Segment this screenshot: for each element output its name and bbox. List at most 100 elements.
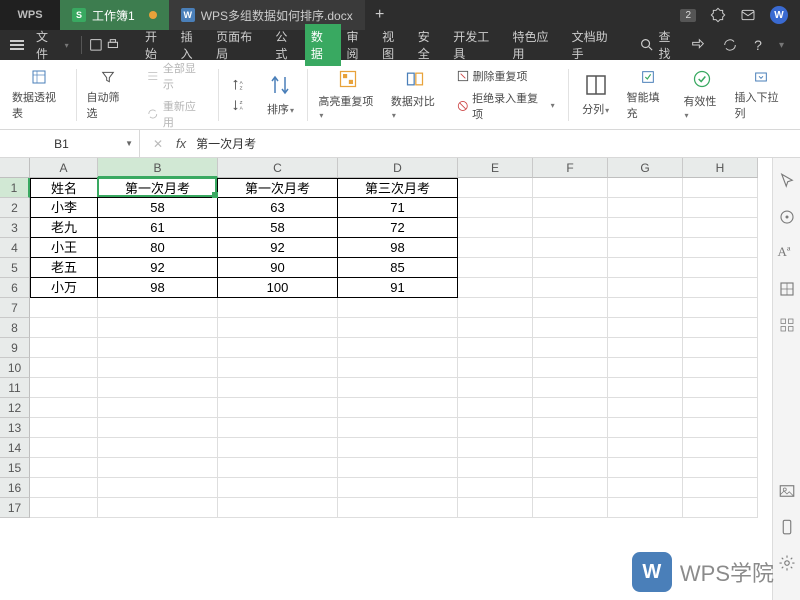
cell[interactable] [218, 318, 338, 338]
cell[interactable]: 91 [338, 278, 458, 298]
cell[interactable] [533, 178, 608, 198]
cell[interactable] [338, 378, 458, 398]
cell[interactable] [98, 318, 218, 338]
insert-dropdown-button[interactable]: 插入下拉列 [728, 65, 794, 125]
cell[interactable] [608, 258, 683, 278]
cell[interactable] [98, 438, 218, 458]
print-icon[interactable] [105, 37, 121, 53]
cell[interactable] [608, 378, 683, 398]
hamburger-menu-icon[interactable] [6, 36, 28, 54]
cell[interactable]: 80 [98, 238, 218, 258]
cell[interactable] [533, 498, 608, 518]
reapply-button[interactable]: 重新应用 [141, 96, 210, 132]
cell[interactable] [533, 318, 608, 338]
cell[interactable] [98, 458, 218, 478]
highlight-duplicates-button[interactable]: 高亮重复项▾ [312, 65, 382, 125]
smart-fill-button[interactable]: 智能填充 [621, 65, 676, 125]
cell[interactable] [683, 278, 758, 298]
cell[interactable] [30, 498, 98, 518]
cell[interactable] [683, 418, 758, 438]
row-header[interactable]: 12 [0, 398, 30, 418]
cell[interactable]: 98 [338, 238, 458, 258]
chevron-down-icon[interactable]: ▾ [779, 40, 784, 51]
settings-icon[interactable] [778, 554, 796, 572]
fx-icon[interactable]: fx [176, 136, 186, 151]
cell[interactable] [533, 218, 608, 238]
cell[interactable] [30, 358, 98, 378]
cell[interactable]: 58 [218, 218, 338, 238]
cell[interactable] [683, 478, 758, 498]
cell[interactable] [683, 218, 758, 238]
column-header[interactable]: F [533, 158, 608, 178]
cell[interactable] [683, 338, 758, 358]
cell[interactable] [608, 458, 683, 478]
cells-area[interactable]: 姓名第一次月考第一次月考第三次月考小李586371老九615872小王80929… [30, 178, 772, 600]
reject-duplicates-button[interactable]: 拒绝录入重复项▾ [451, 88, 560, 124]
cell[interactable] [218, 458, 338, 478]
cell[interactable] [98, 378, 218, 398]
cell[interactable] [533, 438, 608, 458]
cell[interactable] [458, 438, 533, 458]
menu-item-文档助手[interactable]: 文档助手 [566, 24, 625, 66]
format-icon[interactable]: Aª [778, 244, 796, 262]
cell[interactable] [338, 358, 458, 378]
cell[interactable] [30, 478, 98, 498]
cell[interactable] [533, 358, 608, 378]
select-all-corner[interactable] [0, 158, 30, 178]
cell[interactable] [608, 498, 683, 518]
sort-asc-button[interactable]: AZ [227, 76, 251, 94]
row-header[interactable]: 2 [0, 198, 30, 218]
cell[interactable] [218, 338, 338, 358]
skin-icon[interactable] [710, 7, 726, 23]
cell[interactable] [218, 438, 338, 458]
cell[interactable] [458, 378, 533, 398]
row-header[interactable]: 13 [0, 418, 30, 438]
cell[interactable] [608, 418, 683, 438]
table-icon[interactable] [778, 280, 796, 298]
cell[interactable]: 92 [98, 258, 218, 278]
cell[interactable] [338, 298, 458, 318]
cell[interactable] [218, 478, 338, 498]
cell[interactable] [533, 478, 608, 498]
column-header[interactable]: G [608, 158, 683, 178]
cell[interactable]: 58 [98, 198, 218, 218]
menu-item-数据[interactable]: 数据 [305, 24, 341, 66]
cell[interactable]: 小万 [30, 278, 98, 298]
sort-desc-button[interactable]: ZA [227, 96, 251, 114]
row-header[interactable]: 11 [0, 378, 30, 398]
window-count-badge[interactable]: 2 [680, 9, 696, 22]
validity-button[interactable]: 有效性▾ [677, 65, 726, 125]
cell[interactable] [458, 238, 533, 258]
cell[interactable] [98, 478, 218, 498]
cell[interactable] [30, 298, 98, 318]
cell[interactable] [683, 398, 758, 418]
menu-item-开发工具[interactable]: 开发工具 [447, 24, 506, 66]
menu-item-安全[interactable]: 安全 [412, 24, 448, 66]
cell[interactable] [458, 418, 533, 438]
cell[interactable]: 姓名 [30, 178, 98, 198]
row-header[interactable]: 1 [0, 178, 30, 198]
column-header[interactable]: H [683, 158, 758, 178]
cell[interactable] [218, 398, 338, 418]
cell[interactable] [608, 278, 683, 298]
select-object-icon[interactable] [778, 208, 796, 226]
cell[interactable]: 63 [218, 198, 338, 218]
row-header[interactable]: 9 [0, 338, 30, 358]
cell[interactable]: 71 [338, 198, 458, 218]
sync-icon[interactable] [722, 37, 738, 53]
cell[interactable]: 90 [218, 258, 338, 278]
cell[interactable] [98, 358, 218, 378]
row-header[interactable]: 5 [0, 258, 30, 278]
cell[interactable] [338, 498, 458, 518]
cell[interactable] [98, 298, 218, 318]
column-header[interactable]: D [338, 158, 458, 178]
autofilter-button[interactable]: 自动筛选 [81, 65, 136, 125]
cell[interactable] [608, 238, 683, 258]
row-header[interactable]: 15 [0, 458, 30, 478]
pivot-table-button[interactable]: 数据透视表 [6, 65, 72, 125]
help-icon[interactable]: ? [754, 37, 762, 53]
account-icon[interactable]: W [770, 6, 788, 24]
cell[interactable] [683, 358, 758, 378]
row-header[interactable]: 17 [0, 498, 30, 518]
data-compare-button[interactable]: 数据对比▾ [385, 65, 445, 125]
